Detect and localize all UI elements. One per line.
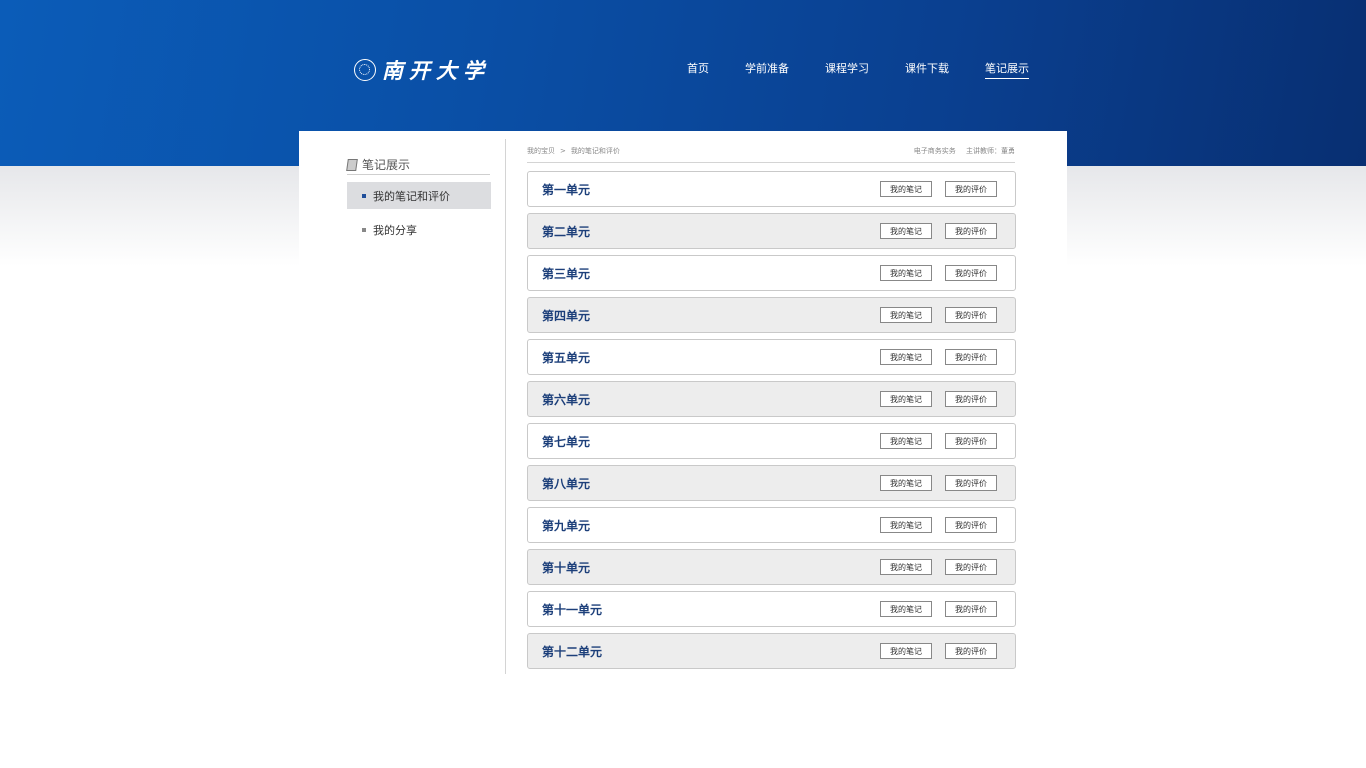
unit-row: 第二单元 我的笔记 我的评价	[527, 213, 1016, 249]
nav-preparation[interactable]: 学前准备	[745, 60, 789, 79]
square-bullet-icon	[362, 227, 366, 232]
my-review-button[interactable]: 我的评价	[945, 601, 997, 617]
breadcrumb-root[interactable]: 我的宝贝	[527, 147, 555, 155]
unit-row: 第六单元 我的笔记 我的评价	[527, 381, 1016, 417]
my-review-button[interactable]: 我的评价	[945, 223, 997, 239]
my-notes-button[interactable]: 我的笔记	[880, 181, 932, 197]
sidebar-title: 笔记展示	[346, 155, 490, 175]
unit-title[interactable]: 第四单元	[542, 307, 590, 324]
unit-title[interactable]: 第七单元	[542, 433, 590, 450]
unit-title[interactable]: 第十单元	[542, 559, 590, 576]
unit-actions: 我的笔记 我的评价	[880, 307, 997, 323]
unit-actions: 我的笔记 我的评价	[880, 517, 997, 533]
nav-notes[interactable]: 笔记展示	[985, 60, 1029, 79]
unit-actions: 我的笔记 我的评价	[880, 391, 997, 407]
my-notes-button[interactable]: 我的笔记	[880, 601, 932, 617]
sidebar-item-my-notes[interactable]: 我的笔记和评价	[347, 182, 491, 209]
breadcrumb-separator: >	[560, 147, 566, 155]
unit-row: 第三单元 我的笔记 我的评价	[527, 255, 1016, 291]
unit-row: 第九单元 我的笔记 我的评价	[527, 507, 1016, 543]
nav-home[interactable]: 首页	[687, 60, 709, 79]
my-notes-button[interactable]: 我的笔记	[880, 433, 932, 449]
unit-title[interactable]: 第二单元	[542, 223, 590, 240]
my-notes-button[interactable]: 我的笔记	[880, 517, 932, 533]
course-name: 电子商务实务	[913, 147, 956, 155]
unit-title[interactable]: 第六单元	[542, 391, 590, 408]
unit-row: 第一单元 我的笔记 我的评价	[527, 171, 1016, 207]
unit-actions: 我的笔记 我的评价	[880, 559, 997, 575]
unit-title[interactable]: 第一单元	[542, 181, 590, 198]
university-logo[interactable]: 南开大学	[354, 56, 490, 84]
unit-title[interactable]: 第十一单元	[542, 601, 602, 618]
my-review-button[interactable]: 我的评价	[945, 181, 997, 197]
unit-actions: 我的笔记 我的评价	[880, 475, 997, 491]
my-review-button[interactable]: 我的评价	[945, 433, 997, 449]
unit-row: 第七单元 我的笔记 我的评价	[527, 423, 1016, 459]
unit-list: 第一单元 我的笔记 我的评价 第二单元 我的笔记 我的评价 第三单元 我的笔记 我的评价 第四单元…	[527, 171, 1016, 675]
my-notes-button[interactable]: 我的笔记	[880, 643, 932, 659]
unit-title[interactable]: 第九单元	[542, 517, 590, 534]
sidebar-item-label: 我的分享	[373, 223, 417, 237]
unit-title[interactable]: 第三单元	[542, 265, 590, 282]
my-review-button[interactable]: 我的评价	[945, 517, 997, 533]
my-review-button[interactable]: 我的评价	[945, 391, 997, 407]
my-review-button[interactable]: 我的评价	[945, 307, 997, 323]
unit-row: 第五单元 我的笔记 我的评价	[527, 339, 1016, 375]
unit-actions: 我的笔记 我的评价	[880, 643, 997, 659]
sidebar-item-my-share[interactable]: 我的分享	[347, 216, 491, 243]
nav-course-study[interactable]: 课程学习	[825, 60, 869, 79]
my-review-button[interactable]: 我的评价	[945, 643, 997, 659]
my-notes-button[interactable]: 我的笔记	[880, 559, 932, 575]
book-icon	[346, 158, 358, 171]
unit-title[interactable]: 第十二单元	[542, 643, 602, 660]
teacher-name: 主讲教师：董勇	[966, 147, 1015, 155]
nav-downloads[interactable]: 课件下载	[905, 60, 949, 79]
unit-row: 第十单元 我的笔记 我的评价	[527, 549, 1016, 585]
unit-actions: 我的笔记 我的评价	[880, 601, 997, 617]
unit-actions: 我的笔记 我的评价	[880, 265, 997, 281]
breadcrumb-current: 我的笔记和评价	[570, 147, 620, 155]
my-notes-button[interactable]: 我的笔记	[880, 475, 932, 491]
unit-row: 第四单元 我的笔记 我的评价	[527, 297, 1016, 333]
unit-actions: 我的笔记 我的评价	[880, 223, 997, 239]
my-notes-button[interactable]: 我的笔记	[880, 391, 932, 407]
divider	[505, 139, 506, 674]
unit-actions: 我的笔记 我的评价	[880, 433, 997, 449]
my-notes-button[interactable]: 我的笔记	[880, 223, 932, 239]
logo-text: 南开大学	[382, 58, 490, 83]
my-notes-button[interactable]: 我的笔记	[880, 307, 932, 323]
my-review-button[interactable]: 我的评价	[945, 349, 997, 365]
university-seal-icon	[354, 59, 376, 81]
square-bullet-icon	[362, 193, 366, 198]
my-review-button[interactable]: 我的评价	[945, 559, 997, 575]
unit-actions: 我的笔记 我的评价	[880, 181, 997, 197]
unit-title[interactable]: 第八单元	[542, 475, 590, 492]
my-review-button[interactable]: 我的评价	[945, 475, 997, 491]
main-nav: 首页 学前准备 课程学习 课件下载 笔记展示	[687, 60, 1029, 79]
my-review-button[interactable]: 我的评价	[945, 265, 997, 281]
content-panel: 笔记展示 我的笔记和评价 我的分享 我的宝贝 > 我的笔记和评价 电子商务实务 主讲…	[299, 131, 1067, 691]
unit-row: 第十一单元 我的笔记 我的评价	[527, 591, 1016, 627]
unit-actions: 我的笔记 我的评价	[880, 349, 997, 365]
my-notes-button[interactable]: 我的笔记	[880, 349, 932, 365]
sidebar-title-label: 笔记展示	[362, 158, 411, 172]
unit-title[interactable]: 第五单元	[542, 349, 590, 366]
unit-row: 第八单元 我的笔记 我的评价	[527, 465, 1016, 501]
unit-row: 第十二单元 我的笔记 我的评价	[527, 633, 1016, 669]
breadcrumb: 我的宝贝 > 我的笔记和评价 电子商务实务 主讲教师：董勇	[527, 146, 1015, 163]
sidebar-item-label: 我的笔记和评价	[373, 189, 450, 203]
my-notes-button[interactable]: 我的笔记	[880, 265, 932, 281]
